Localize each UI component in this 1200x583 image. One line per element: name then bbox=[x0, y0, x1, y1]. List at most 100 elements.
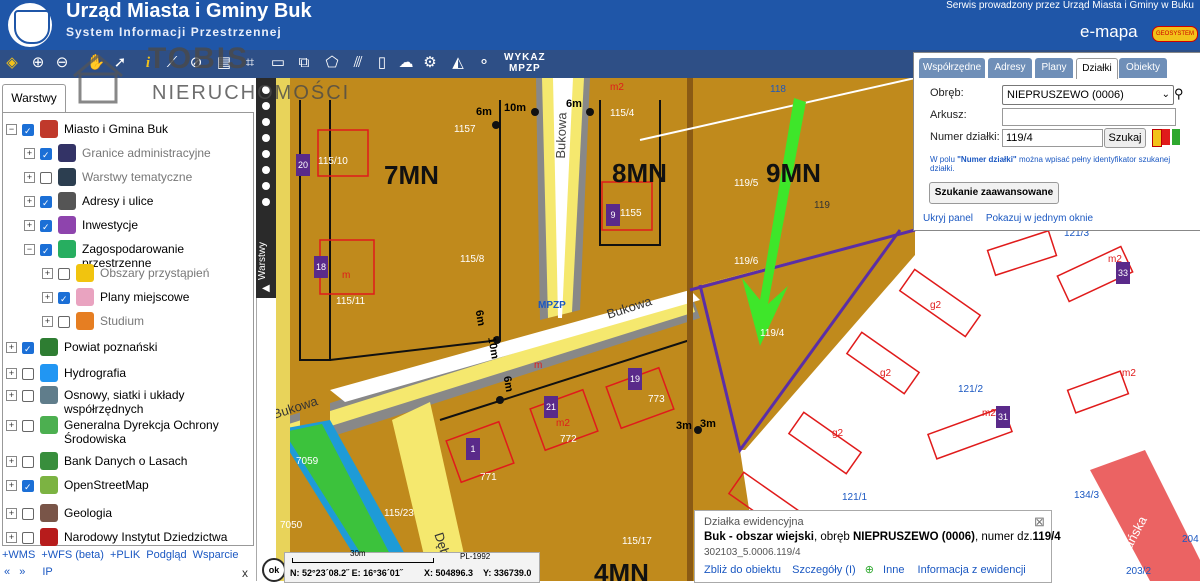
tab-dzialki[interactable]: Działki bbox=[1076, 58, 1118, 79]
panel-link[interactable]: +WMS bbox=[2, 549, 35, 561]
expand-toggle-icon[interactable]: + bbox=[24, 220, 35, 231]
color-swatch-green[interactable] bbox=[1172, 129, 1180, 145]
collapse-arrow-icon[interactable]: ◀ bbox=[262, 283, 270, 294]
tab-plany[interactable]: Plany bbox=[1035, 58, 1073, 78]
triangle-icon[interactable]: ◭ bbox=[448, 52, 468, 74]
expand-toggle-icon[interactable]: + bbox=[24, 148, 35, 159]
layer-checkbox[interactable] bbox=[22, 456, 34, 468]
ewidencja-link[interactable]: Informacja z ewidencji bbox=[918, 564, 1026, 576]
layer-tree-item[interactable]: + Bank Danych o Lasach bbox=[2, 452, 250, 474]
bookmark-icon[interactable]: ▯ bbox=[372, 52, 392, 74]
layer-tree-item[interactable]: + Powiat poznański bbox=[2, 338, 250, 360]
layer-checkbox[interactable] bbox=[58, 316, 70, 328]
layer-tree-item[interactable]: + OpenStreetMap bbox=[2, 476, 250, 498]
share-icon[interactable]: ⚬ bbox=[474, 52, 494, 74]
expand-toggle-icon[interactable]: + bbox=[42, 292, 53, 303]
expand-toggle-icon[interactable]: + bbox=[24, 196, 35, 207]
layer-checkbox[interactable] bbox=[22, 341, 34, 357]
hide-panel-link[interactable]: Ukryj panel bbox=[923, 213, 973, 224]
layer-checkbox[interactable] bbox=[22, 420, 34, 432]
advanced-search-button[interactable]: Szukanie zaawansowane bbox=[929, 182, 1059, 204]
panel-close-button[interactable]: x bbox=[242, 566, 248, 580]
zoom-to-object-link[interactable]: Zbliż do obiektu bbox=[704, 564, 781, 576]
layer-tree-item[interactable]: + Geologia bbox=[2, 504, 250, 526]
panel-link[interactable]: +WFS (beta) bbox=[41, 549, 104, 561]
numer-dzialki-input[interactable]: 119/4 bbox=[1002, 129, 1103, 147]
layer-checkbox[interactable] bbox=[40, 219, 52, 235]
color-swatch-red[interactable] bbox=[1162, 129, 1170, 145]
collapse-toggle-icon[interactable]: − bbox=[24, 244, 35, 255]
panel-link[interactable]: Podgląd bbox=[146, 549, 186, 561]
arkusz-input[interactable] bbox=[1002, 108, 1176, 126]
close-icon[interactable]: ⊠ bbox=[1034, 514, 1045, 530]
expand-toggle-icon[interactable]: + bbox=[24, 172, 35, 183]
polygon-draw-icon[interactable]: ⬠ bbox=[322, 52, 342, 74]
layer-checkbox[interactable] bbox=[58, 268, 70, 280]
layer-checkbox[interactable] bbox=[40, 195, 52, 211]
layer-checkbox[interactable] bbox=[40, 243, 52, 259]
obreb-select[interactable]: NIEPRUSZEWO (0006) ⌄ bbox=[1002, 85, 1174, 105]
layer-checkbox[interactable] bbox=[40, 147, 52, 163]
hatch-icon[interactable]: ⫻ bbox=[348, 52, 368, 74]
search-icon[interactable]: ⚲ bbox=[1174, 86, 1184, 102]
layer-tree-item[interactable]: + Inwestycje bbox=[2, 216, 250, 238]
layer-checkbox[interactable] bbox=[22, 390, 34, 402]
tab-obiekty[interactable]: Obiekty bbox=[1119, 58, 1167, 78]
collapse-toggle-icon[interactable]: − bbox=[6, 124, 17, 135]
copy-icon[interactable]: ⧉ bbox=[294, 52, 314, 74]
ok-button[interactable]: ok bbox=[262, 558, 286, 582]
other-link[interactable]: Inne bbox=[883, 564, 904, 576]
side-tab-warstwy[interactable]: Warstwy bbox=[257, 230, 275, 280]
zoom-slider[interactable] bbox=[262, 86, 270, 216]
expand-toggle-icon[interactable]: + bbox=[6, 532, 17, 543]
tabs-more-arrow-icon[interactable]: ▶ bbox=[1176, 60, 1196, 76]
expand-toggle-icon[interactable]: + bbox=[6, 456, 17, 467]
layer-checkbox[interactable] bbox=[58, 291, 70, 307]
layer-tree-item[interactable]: + Obszary przystąpień bbox=[2, 264, 250, 286]
nav-next-button[interactable]: » bbox=[19, 566, 25, 578]
layer-tree-item[interactable]: + Hydrografia bbox=[2, 364, 250, 386]
settings-icon[interactable]: ⚙ bbox=[420, 52, 440, 74]
zoom-out-icon[interactable]: ⊖ bbox=[52, 52, 72, 74]
expand-toggle-icon[interactable]: + bbox=[42, 316, 53, 327]
single-window-link[interactable]: Pokazuj w jednym oknie bbox=[986, 213, 1093, 224]
expand-toggle-icon[interactable]: + bbox=[6, 390, 17, 401]
layer-tree-item[interactable]: + Adresy i ulice bbox=[2, 192, 250, 214]
layers-icon[interactable]: ◈ bbox=[2, 52, 22, 74]
layer-tree-item[interactable]: + Plany miejscowe bbox=[2, 288, 250, 310]
expand-toggle-icon[interactable]: + bbox=[6, 508, 17, 519]
layer-tree-item[interactable]: + Warstwy tematyczne bbox=[2, 168, 250, 190]
layer-checkbox[interactable] bbox=[22, 368, 34, 380]
layer-checkbox[interactable] bbox=[22, 532, 34, 544]
tab-adresy[interactable]: Adresy bbox=[988, 58, 1032, 78]
ip-link[interactable]: IP bbox=[42, 566, 52, 578]
expand-toggle-icon[interactable]: + bbox=[6, 368, 17, 379]
panel-link[interactable]: +PLIK bbox=[110, 549, 140, 561]
details-link[interactable]: Szczegóły (I) bbox=[792, 564, 856, 576]
layer-tree-item[interactable]: + Osnowy, siatki i układy współrzędnych bbox=[2, 386, 250, 418]
expand-toggle-icon[interactable]: + bbox=[6, 480, 17, 491]
zoom-in-icon[interactable]: ⊕ bbox=[28, 52, 48, 74]
expand-toggle-icon[interactable]: + bbox=[6, 420, 17, 431]
tab-warstwy[interactable]: Warstwy bbox=[2, 84, 66, 113]
color-swatch-yellow[interactable] bbox=[1152, 129, 1162, 147]
polygon-icon[interactable]: ▭ bbox=[268, 52, 288, 74]
layer-tree-item[interactable]: − Miasto i Gmina Buk bbox=[2, 120, 250, 142]
layer-checkbox[interactable] bbox=[22, 123, 34, 139]
layer-checkbox[interactable] bbox=[22, 508, 34, 520]
layer-tree-item[interactable]: + Studium bbox=[2, 312, 250, 334]
layer-tree-item[interactable]: + Granice administracyjne bbox=[2, 144, 250, 166]
wykaz-mpzp-button[interactable]: WYKAZ MPZP bbox=[504, 52, 546, 74]
cloud-icon[interactable]: ☁ bbox=[396, 52, 416, 74]
expand-toggle-icon[interactable]: + bbox=[42, 268, 53, 279]
layer-tree-item[interactable]: −Zagospodarowanie przestrzenne bbox=[2, 240, 250, 270]
layer-checkbox[interactable] bbox=[22, 479, 34, 495]
expand-toggle-icon[interactable]: + bbox=[6, 342, 17, 353]
plus-circle-icon[interactable]: ⊕ bbox=[865, 564, 874, 576]
layer-tree-item[interactable]: + Generalna Dyrekcja Ochrony Środowiska bbox=[2, 416, 250, 448]
nav-prev-button[interactable]: « bbox=[4, 566, 10, 578]
layer-tree-item[interactable]: + Narodowy Instytut Dziedzictwa bbox=[2, 528, 250, 550]
tab-wspolrzedne[interactable]: Współrzędne bbox=[919, 58, 985, 78]
layer-checkbox[interactable] bbox=[40, 172, 52, 184]
search-button[interactable]: Szukaj bbox=[1104, 128, 1146, 148]
